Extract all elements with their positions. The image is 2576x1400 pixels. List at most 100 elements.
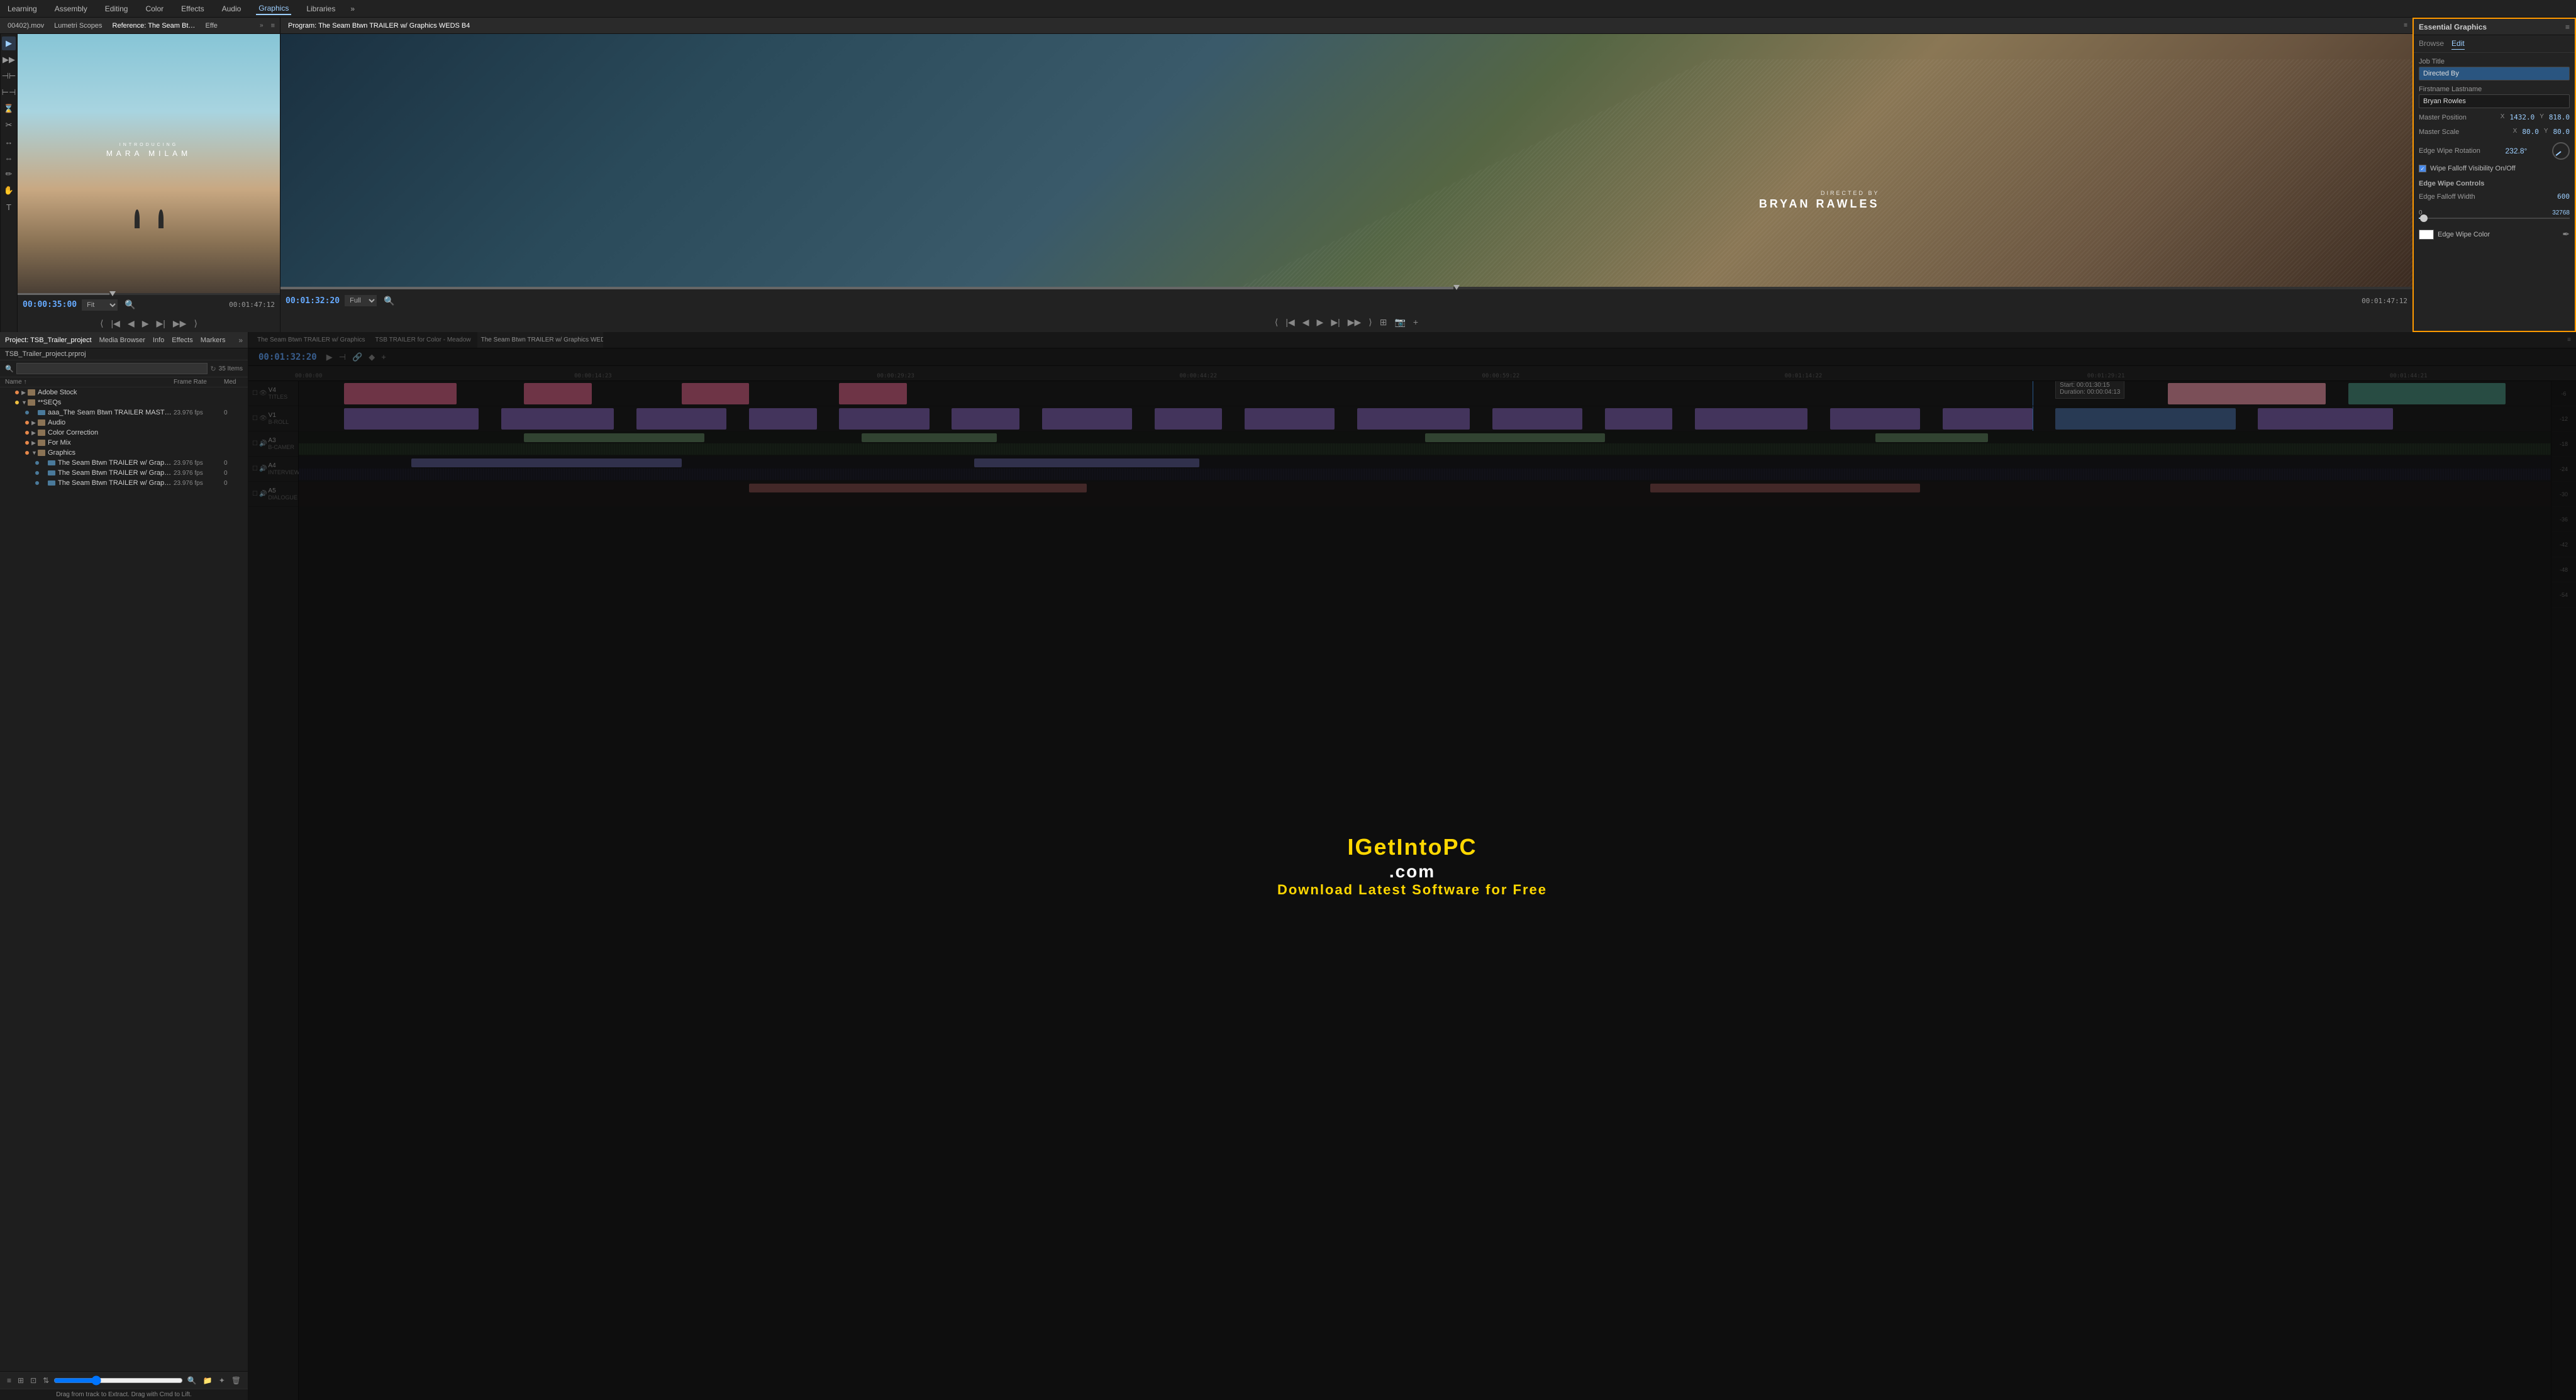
- audio-clip-a1-3[interactable]: [1425, 433, 1605, 442]
- audio-clip-a3-2[interactable]: [1650, 484, 1921, 492]
- eg-falloff-slider[interactable]: [2419, 218, 2570, 219]
- project-refresh-icon[interactable]: ↻: [210, 365, 216, 373]
- tool-slip[interactable]: ↔: [2, 135, 16, 148]
- tree-item-graphics-seq3[interactable]: The Seam Btwn TRAILER w/ Graphics REVISE…: [0, 478, 248, 488]
- track-a3-icon2[interactable]: 🔊: [259, 491, 267, 497]
- timeline-tabs-more[interactable]: ≡: [2567, 336, 2571, 343]
- tl-tool-ripple[interactable]: ⊣: [337, 352, 348, 362]
- eg-eyedropper-icon[interactable]: ✒: [2562, 229, 2570, 240]
- clip-broll-8[interactable]: [1155, 408, 1222, 430]
- project-search-input[interactable]: [16, 363, 208, 374]
- prog-next-frame[interactable]: ▶|: [1329, 317, 1341, 328]
- clip-broll-5[interactable]: [839, 408, 929, 430]
- source-panel-menu[interactable]: ≡: [271, 22, 275, 30]
- track-a1-icon1[interactable]: ☐: [252, 440, 258, 447]
- footer-freeform-view[interactable]: ⊡: [28, 1376, 38, 1385]
- source-tab-reference[interactable]: Reference: The Seam Btwn TRAILER w/ Grap…: [110, 22, 198, 30]
- tool-rate-stretch[interactable]: ⌛: [2, 102, 16, 116]
- menu-audio[interactable]: Audio: [219, 3, 244, 14]
- audio-clip-a2-2[interactable]: [974, 458, 1199, 467]
- source-fit-select[interactable]: Fit 25% 50% 100%: [82, 299, 118, 311]
- source-tab-mov[interactable]: 00402).mov: [5, 22, 47, 30]
- clip-broll-9[interactable]: [1245, 408, 1335, 430]
- src-next-frame[interactable]: ▶|: [155, 318, 167, 329]
- tool-ripple-edit[interactable]: ⊣⊢: [2, 69, 16, 83]
- clip-broll-11[interactable]: [1492, 408, 1582, 430]
- tree-item-graphics-seq1[interactable]: The Seam Btwn TRAILER w/ Graphics 23.976…: [0, 458, 248, 468]
- eg-rotation-dial[interactable]: [2552, 142, 2570, 160]
- project-tab-project[interactable]: Project: TSB_Trailer_project: [5, 336, 92, 344]
- clip-broll-6[interactable]: [952, 408, 1019, 430]
- src-play[interactable]: ▶: [140, 318, 151, 329]
- menu-editing[interactable]: Editing: [103, 3, 131, 14]
- menu-more-button[interactable]: »: [350, 4, 355, 13]
- footer-clear[interactable]: 🗑: [230, 1376, 243, 1385]
- program-zoom-in[interactable]: 🔍: [382, 296, 396, 306]
- track-v1-icon2[interactable]: 👁: [259, 415, 267, 422]
- prog-mark-out[interactable]: ⟩: [1367, 317, 1374, 328]
- eg-tab-browse[interactable]: Browse: [2419, 38, 2444, 50]
- prog-play[interactable]: ▶: [1315, 317, 1326, 328]
- clip-title-5[interactable]: [2168, 383, 2326, 404]
- track-v1-icon1[interactable]: ☐: [252, 415, 258, 422]
- menu-libraries[interactable]: Libraries: [304, 3, 338, 14]
- prog-prev-frame[interactable]: ◀: [1301, 317, 1311, 328]
- eg-position-x-value[interactable]: 1432.0: [2509, 113, 2534, 121]
- prog-mark-in[interactable]: ⟨: [1273, 317, 1280, 328]
- timeline-tab-1[interactable]: The Seam Btwn TRAILER w/ Graphics: [253, 332, 369, 348]
- tool-track-select[interactable]: ▶▶: [2, 53, 16, 67]
- project-tab-effects[interactable]: Effects: [172, 336, 192, 344]
- clip-broll-12[interactable]: [1605, 408, 1672, 430]
- eg-wipe-falloff-checkbox[interactable]: ✓: [2419, 165, 2426, 172]
- clip-broll-10[interactable]: [1357, 408, 1470, 430]
- tool-slide[interactable]: ⇔: [2, 151, 16, 165]
- eg-color-swatch[interactable]: [2419, 230, 2434, 240]
- track-a3-icon1[interactable]: ☐: [252, 491, 258, 497]
- clip-title-6[interactable]: [2348, 383, 2506, 404]
- eg-firstname-value[interactable]: Bryan Rowles: [2419, 94, 2570, 108]
- tl-tool-add[interactable]: +: [379, 352, 388, 362]
- timeline-timecode[interactable]: 00:01:32:20: [258, 352, 317, 362]
- src-mark-out[interactable]: ⟩: [192, 318, 199, 329]
- clip-broll-3[interactable]: [636, 408, 726, 430]
- program-timeline-bar[interactable]: [280, 287, 2412, 289]
- tree-item-graphics[interactable]: ▼ Graphics: [0, 448, 248, 458]
- tree-item-seqs[interactable]: ▼ **SEQs: [0, 397, 248, 408]
- tool-type[interactable]: T: [2, 200, 16, 214]
- audio-clip-a2-1[interactable]: [411, 458, 682, 467]
- track-a2-icon2[interactable]: 🔊: [259, 465, 267, 472]
- src-mark-in[interactable]: ⟨: [98, 318, 105, 329]
- tool-select[interactable]: ▶: [2, 36, 16, 50]
- footer-new-item[interactable]: ✦: [217, 1376, 227, 1385]
- footer-search[interactable]: 🔍: [186, 1376, 199, 1385]
- footer-icon-view[interactable]: ⊞: [16, 1376, 26, 1385]
- audio-clip-a1-4[interactable]: [1875, 433, 1988, 442]
- clip-broll-4[interactable]: [749, 408, 816, 430]
- tl-tool-marker[interactable]: ◆: [367, 352, 377, 362]
- clip-title-3[interactable]: [682, 383, 749, 404]
- menu-effects[interactable]: Effects: [179, 3, 206, 14]
- timeline-tab-2[interactable]: TSB TRAILER for Color - Meadow: [372, 332, 475, 348]
- program-timecode[interactable]: 00:01:32:20: [286, 296, 340, 306]
- eg-panel-menu[interactable]: ≡: [2565, 23, 2570, 31]
- clip-broll-16[interactable]: [2258, 408, 2393, 430]
- prog-add-marker[interactable]: +: [1411, 317, 1420, 327]
- source-zoom-in[interactable]: 🔍: [123, 299, 137, 310]
- project-panel-menu[interactable]: »: [238, 336, 243, 345]
- source-timecode[interactable]: 00:00:35:00: [23, 300, 77, 309]
- clip-title-2[interactable]: [524, 383, 591, 404]
- tree-item-graphics-seq2[interactable]: The Seam Btwn TRAILER w/ Graphics CHANGE…: [0, 468, 248, 478]
- program-fit-select[interactable]: Full Fit 50%: [345, 295, 377, 306]
- track-v2-icon2[interactable]: 👁: [259, 390, 267, 397]
- eg-job-title-value[interactable]: Directed By: [2419, 67, 2570, 81]
- timeline-tab-3[interactable]: The Seam Btwn TRAILER w/ Graphics WEDS B…: [477, 332, 603, 348]
- eg-tab-edit[interactable]: Edit: [2451, 38, 2465, 50]
- eg-edge-wipe-rotation-value[interactable]: 232.8°: [2506, 147, 2528, 155]
- footer-zoom-slider[interactable]: [53, 1374, 183, 1387]
- audio-clip-a1-1[interactable]: [524, 433, 704, 442]
- program-panel-menu[interactable]: ≡: [2404, 22, 2407, 29]
- source-timeline-bar[interactable]: [18, 293, 280, 295]
- tree-item-for-mix[interactable]: ▶ For Mix: [0, 438, 248, 448]
- tree-item-trailer-master[interactable]: aaa_The Seam Btwn TRAILER MASTER 23.976 …: [0, 408, 248, 418]
- menu-learning[interactable]: Learning: [5, 3, 40, 14]
